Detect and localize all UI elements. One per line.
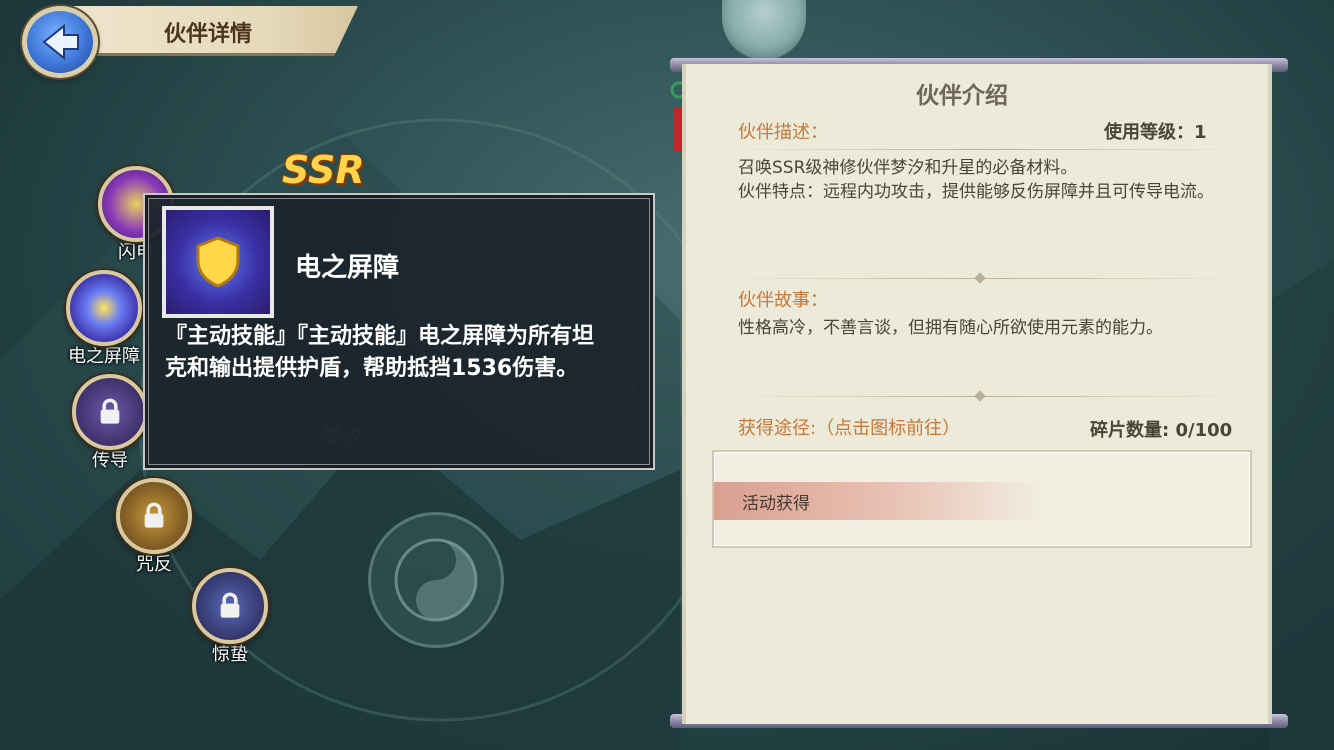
- skill-node-2[interactable]: 传导: [72, 374, 148, 472]
- shield-icon: [196, 236, 240, 288]
- rarity-badge: SSR: [282, 148, 365, 192]
- source-list: 活动获得: [712, 450, 1252, 548]
- divider: [726, 278, 1246, 279]
- tooltip-description: 『主动技能』『主动技能』电之屏障为所有坦克和输出提供护盾，帮助抵挡1536伤害。: [165, 324, 595, 381]
- yin-yang-icon: [394, 538, 478, 622]
- yin-yang-emblem: [368, 512, 504, 648]
- skill-node-1[interactable]: 电之屏障: [66, 270, 142, 368]
- divider-dot: [974, 272, 986, 284]
- desc-line-1: 召唤SSR级神修伙伴梦汐和升星的必备材料。: [738, 158, 1078, 178]
- tooltip-title: 电之屏障: [295, 253, 400, 283]
- back-arrow-icon: [42, 23, 79, 61]
- shield-orb-icon: [66, 270, 142, 346]
- panel-title: 伙伴介绍: [916, 83, 1008, 109]
- skill-tooltip: 电之屏障 『主动技能』『主动技能』电之屏障为所有坦克和输出提供护盾，帮助抵挡15…: [143, 193, 655, 470]
- divider-dot: [974, 390, 986, 402]
- desc-label: 伙伴描述：: [738, 122, 828, 143]
- partner-info-panel: 伙伴介绍 伙伴描述： 使用等级：1 召唤SSR级神修伙伴梦汐和升星的必备材料。 …: [682, 64, 1272, 724]
- source-label: 获得途径:（点击图标前往）: [738, 418, 961, 439]
- lock-icon: [220, 592, 240, 618]
- desc-line-2: 伙伴特点：远程内功攻击，提供能够反伤屏障并且可传导电流。: [738, 182, 1214, 202]
- page-title: 伙伴详情: [164, 22, 253, 47]
- divider: [726, 396, 1246, 397]
- skill-node-3[interactable]: 咒反: [116, 478, 192, 576]
- source-item-activity[interactable]: 活动获得: [714, 482, 1044, 520]
- skill-node-4[interactable]: 惊蛰: [192, 568, 268, 666]
- use-level: 使用等级：1: [1104, 122, 1207, 143]
- fragment-count: 碎片数量: 0/100: [1090, 420, 1233, 441]
- shield-orb-icon: [162, 206, 274, 318]
- back-button[interactable]: [22, 6, 98, 78]
- lock-icon: [144, 502, 164, 528]
- story-label: 伙伴故事：: [738, 290, 828, 311]
- lock-icon: [100, 398, 120, 424]
- divider: [726, 149, 1246, 150]
- story-text: 性格高冷，不善言谈，但拥有随心所欲使用元素的能力。: [738, 318, 1163, 338]
